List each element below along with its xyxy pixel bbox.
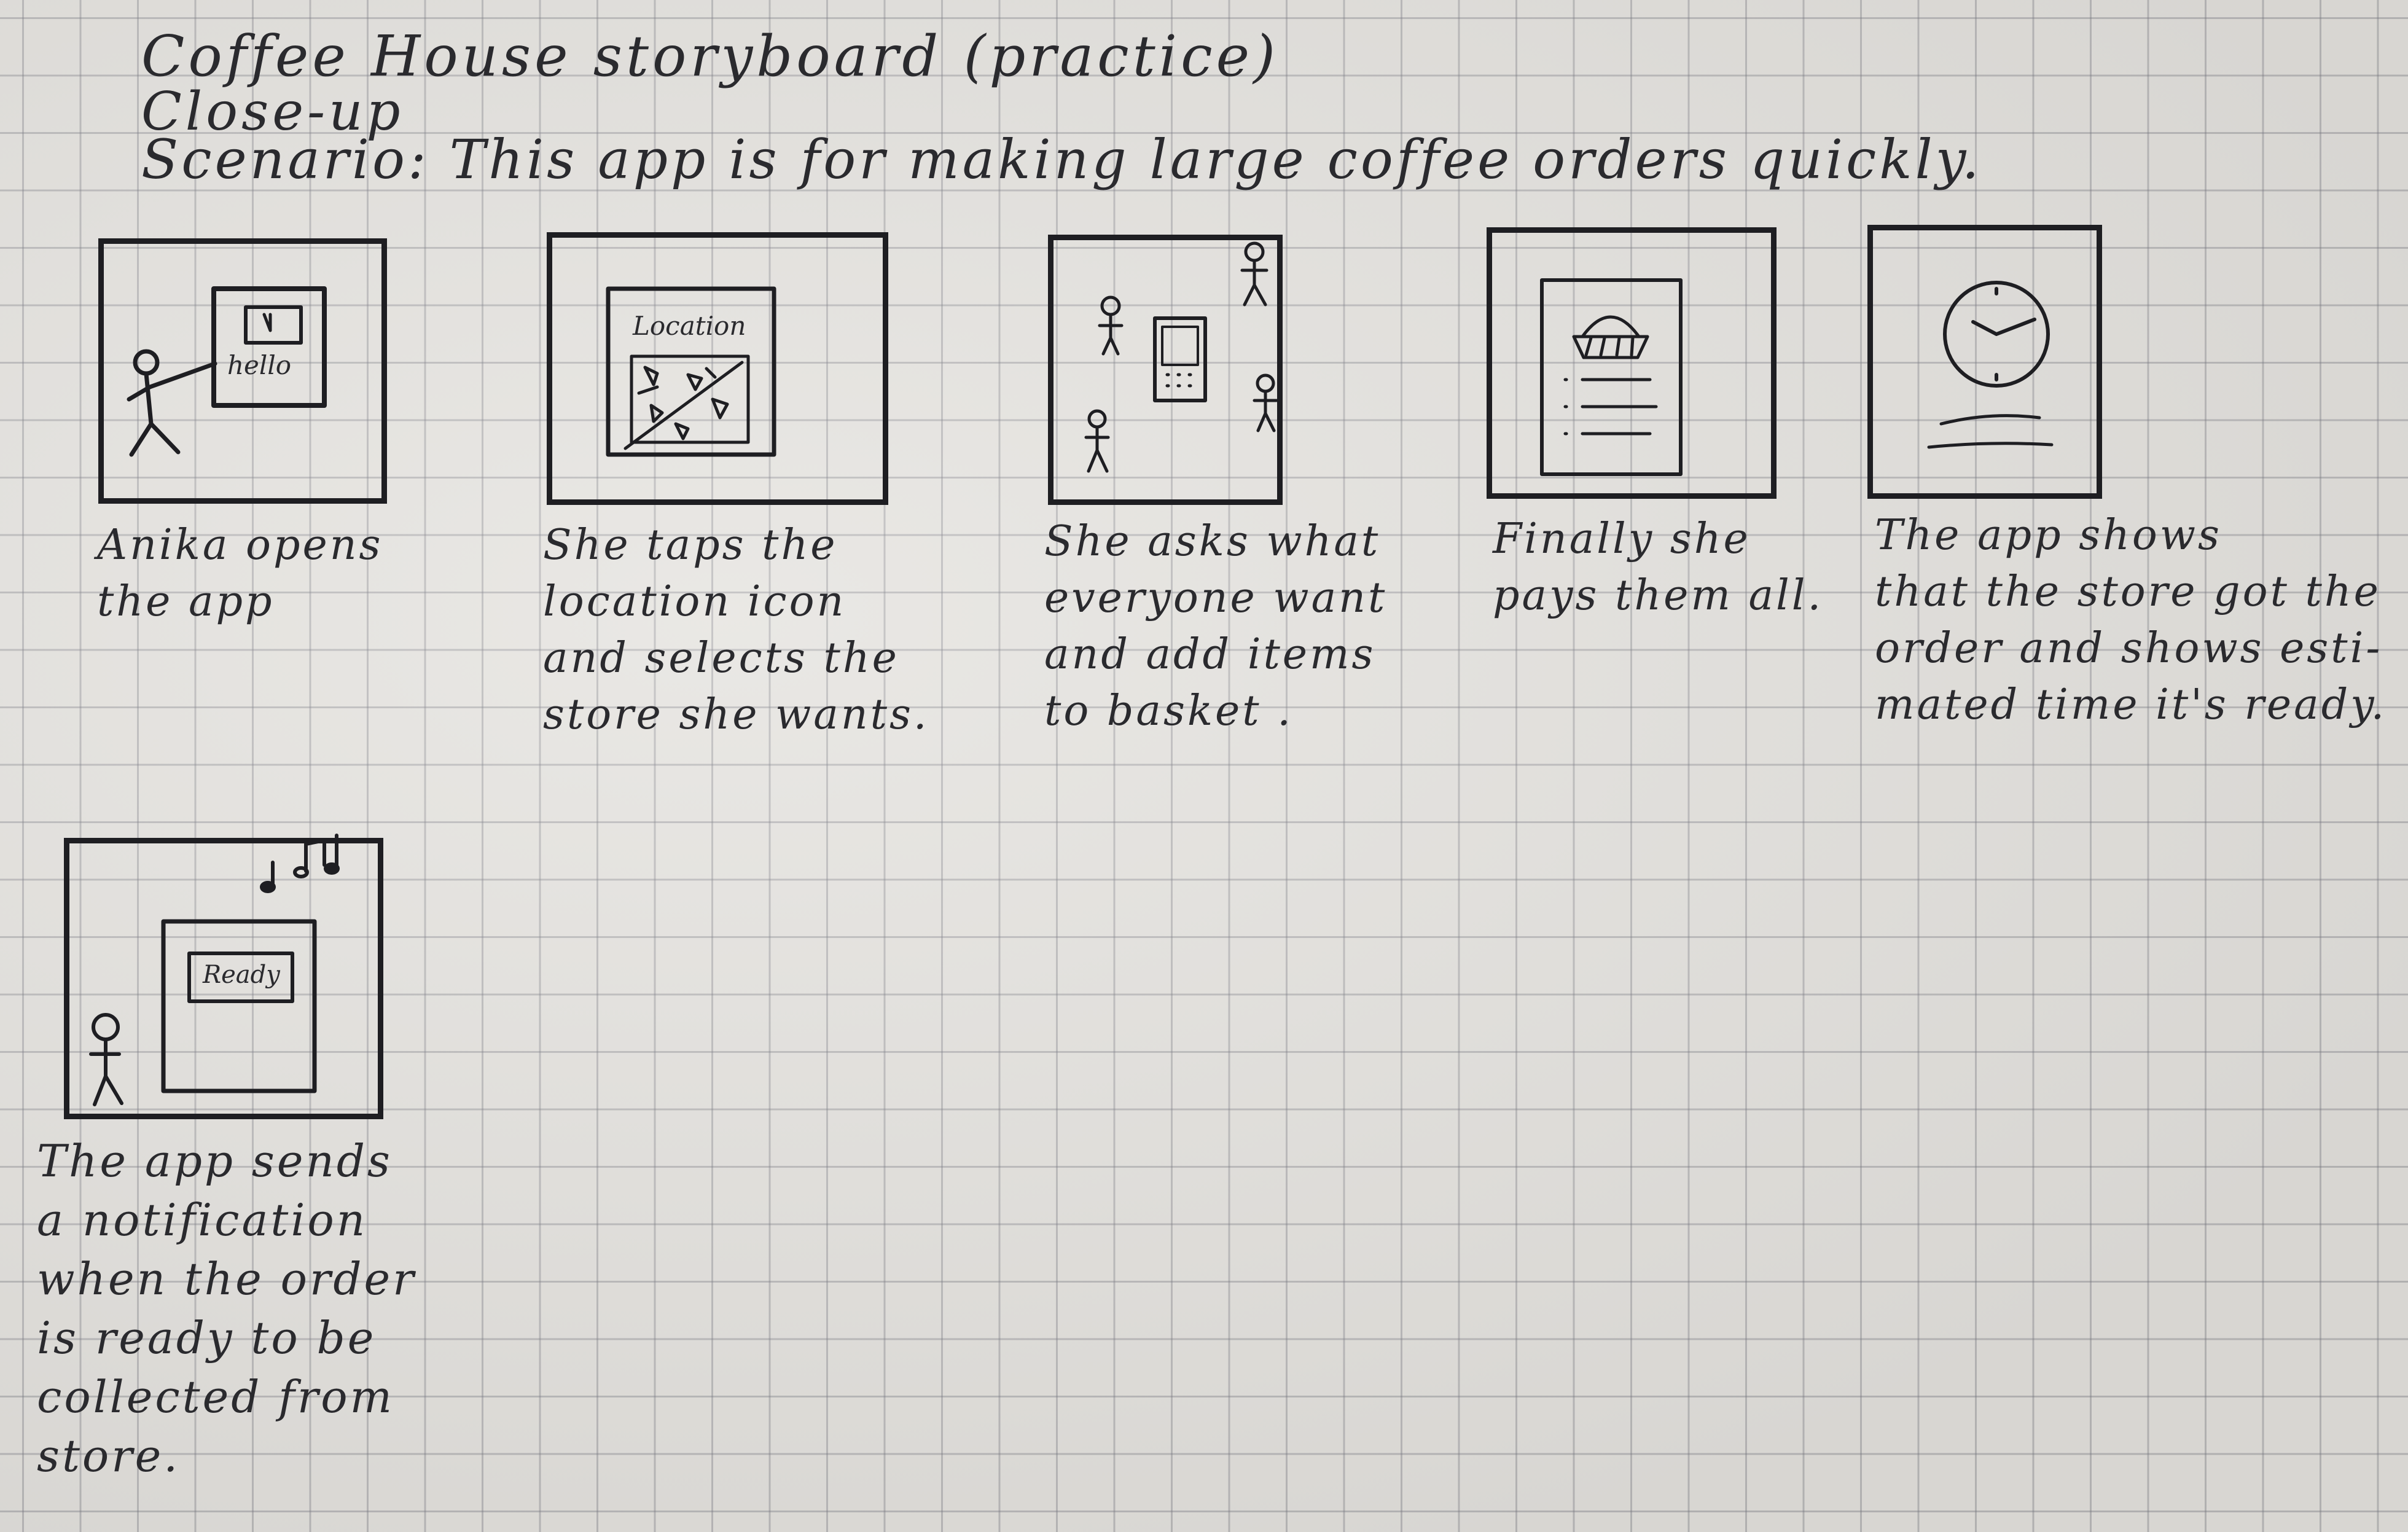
music-notes-icon <box>260 834 340 893</box>
panel-6-sketch-text: Ready <box>203 961 280 989</box>
stick-figure-icon <box>89 1013 123 1106</box>
panel-6-caption: The app sends a notification when the or… <box>37 1135 416 1482</box>
